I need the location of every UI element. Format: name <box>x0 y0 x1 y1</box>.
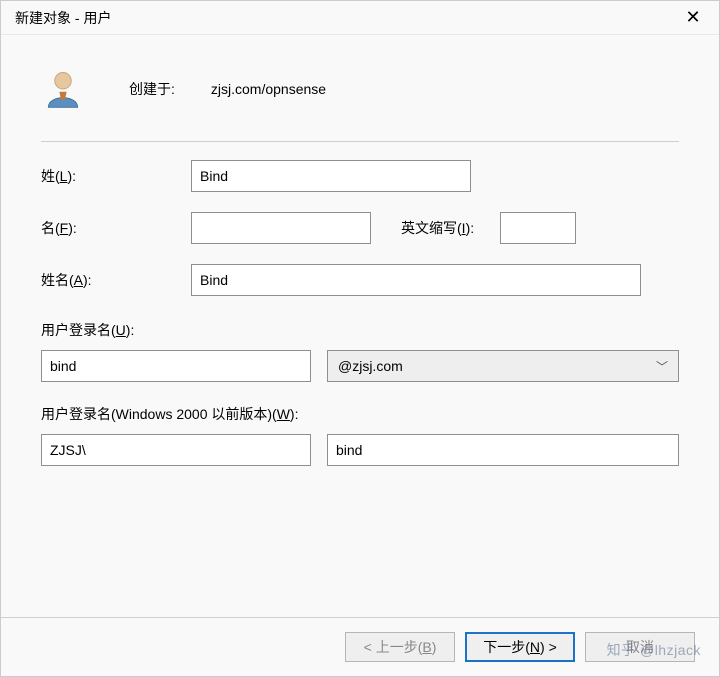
next-button[interactable]: 下一步(N) > <box>465 632 575 662</box>
back-button: < 上一步(B) <box>345 632 455 662</box>
pre-win2k-domain-prefix: ZJSJ\ <box>41 434 311 466</box>
header-row: 创建于: zjsj.com/opnsense <box>41 57 679 121</box>
window-title: 新建对象 - 用户 <box>15 8 111 28</box>
footer: < 上一步(B) 下一步(N) > 取消 知乎 @lhzjack <box>1 618 719 676</box>
surname-input[interactable] <box>191 160 471 192</box>
full-name-label: 姓名(A): <box>41 270 191 290</box>
separator <box>41 141 679 142</box>
dialog-window: 新建对象 - 用户 ✕ 创建于: zjsj.com/opnsense 姓(L):… <box>0 0 720 677</box>
pre-win2k-logon-input[interactable] <box>327 434 679 466</box>
full-name-input[interactable] <box>191 264 641 296</box>
given-name-input[interactable] <box>191 212 371 244</box>
titlebar: 新建对象 - 用户 ✕ <box>1 1 719 35</box>
pre-win2k-label: 用户登录名(Windows 2000 以前版本)(W): <box>41 404 679 424</box>
logon-name-row: @zjsj.com ﹀ <box>41 350 679 382</box>
close-icon[interactable]: ✕ <box>677 7 709 28</box>
user-icon <box>41 67 85 111</box>
cancel-button[interactable]: 取消 <box>585 632 695 662</box>
initials-label: 英文缩写(I): <box>401 218 474 238</box>
created-in-label: 创建于: <box>129 79 175 99</box>
logon-name-input[interactable] <box>41 350 311 382</box>
created-in-value: zjsj.com/opnsense <box>211 81 326 97</box>
dialog-content: 创建于: zjsj.com/opnsense 姓(L): 名(F): 英文缩写(… <box>1 35 719 617</box>
surname-label: 姓(L): <box>41 166 191 186</box>
domain-suffix-value: @zjsj.com <box>338 358 403 374</box>
domain-suffix-select[interactable]: @zjsj.com ﹀ <box>327 350 679 382</box>
logon-name-label: 用户登录名(U): <box>41 320 679 340</box>
chevron-down-icon: ﹀ <box>656 358 668 375</box>
initials-input[interactable] <box>500 212 576 244</box>
given-name-label: 名(F): <box>41 218 191 238</box>
name-grid: 姓(L): 名(F): 英文缩写(I): 姓名(A): <box>41 160 679 296</box>
pre-win2k-row: ZJSJ\ <box>41 434 679 466</box>
